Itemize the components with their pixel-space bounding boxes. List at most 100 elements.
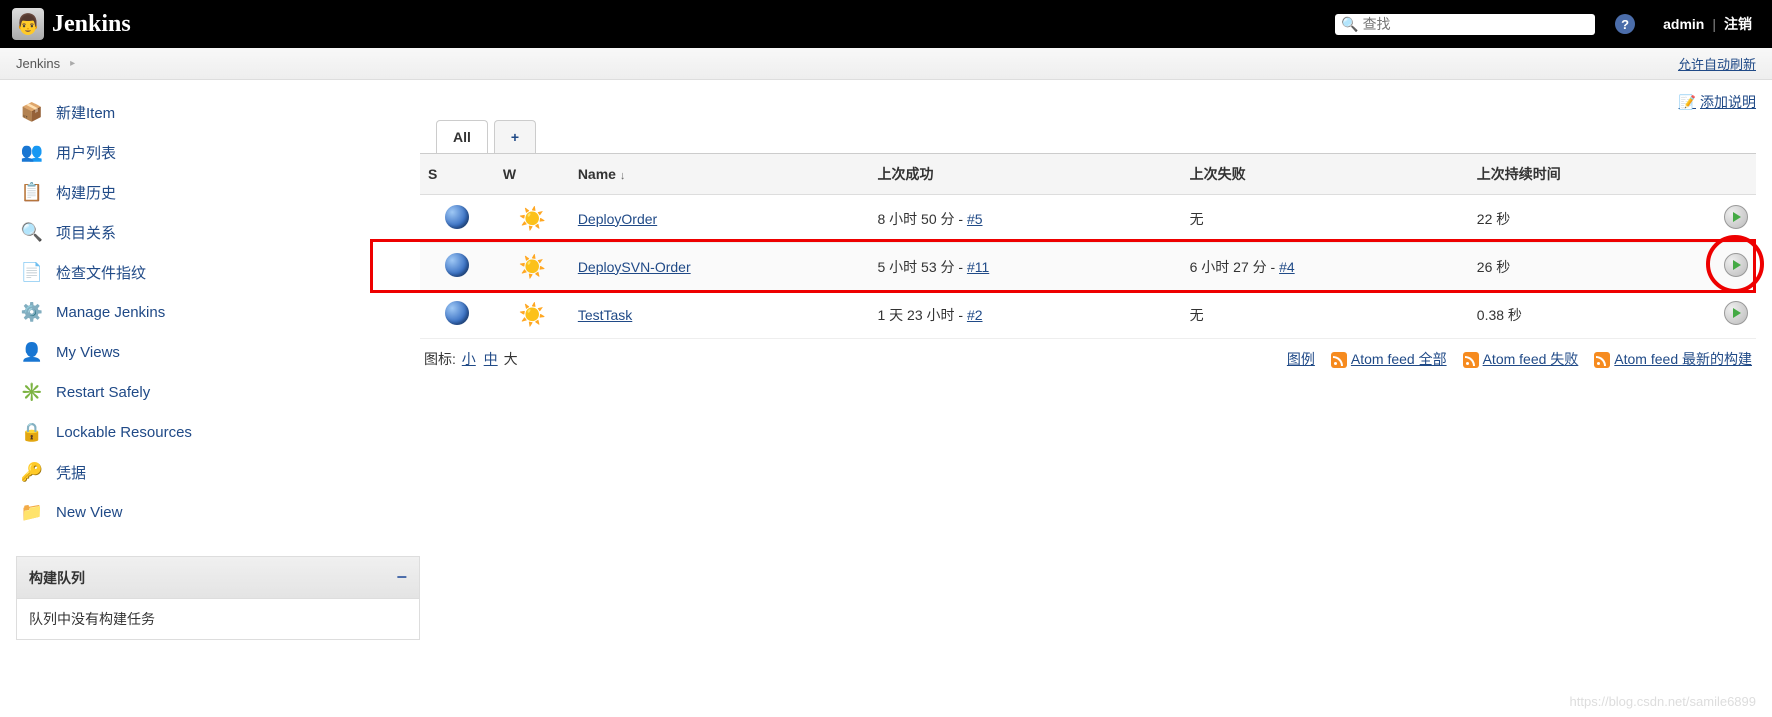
- schedule-build-button[interactable]: [1724, 253, 1748, 277]
- task-icon: ✳️: [20, 380, 44, 404]
- status-ball-icon[interactable]: [445, 301, 469, 325]
- add-description-link[interactable]: 📝 添加说明: [1679, 92, 1756, 112]
- breadcrumb-root[interactable]: Jenkins: [16, 56, 60, 71]
- breadcrumb: Jenkins ▸ 允许自动刷新: [0, 48, 1772, 80]
- edit-icon: 📝: [1679, 94, 1696, 111]
- tab-add[interactable]: +: [494, 120, 536, 153]
- sidebar: 📦 新建Item 👥 用户列表 📋 构建历史 🔍 项目关系 📄检查文件指纹 ⚙️ Manage Je…: [0, 80, 420, 652]
- tab-all[interactable]: All: [436, 120, 488, 153]
- sidebar-item-8[interactable]: 🔒 Lockable Resources: [16, 412, 420, 452]
- view-tabs: All +: [420, 120, 1756, 153]
- task-label: New View: [56, 504, 122, 521]
- weather-sunny-icon[interactable]: ☀️: [520, 255, 544, 279]
- panel-body: 队列中没有构建任务: [17, 599, 419, 639]
- task-icon: 👥: [20, 140, 44, 164]
- rss-icon: [1594, 352, 1610, 368]
- status-ball-icon[interactable]: [445, 205, 469, 229]
- status-ball-icon[interactable]: [445, 253, 469, 277]
- search-input[interactable]: [1363, 16, 1590, 32]
- build-link[interactable]: #2: [967, 307, 983, 323]
- rss-icon: [1331, 352, 1347, 368]
- col-weather[interactable]: W: [495, 154, 570, 195]
- auto-refresh-link[interactable]: 允许自动刷新: [1678, 54, 1756, 73]
- top-header: 👨 Jenkins 🔍 ? admin | 注销: [0, 0, 1772, 48]
- col-status[interactable]: S: [420, 154, 495, 195]
- sidebar-item-6[interactable]: 👤 My Views: [16, 332, 420, 372]
- job-link[interactable]: DeploySVN-Order: [578, 259, 691, 275]
- table-footer: 图标: 小 中 大 图例 Atom feed 全部 Atom feed 失败 A…: [420, 339, 1756, 379]
- collapse-icon[interactable]: −: [396, 567, 407, 588]
- build-link[interactable]: #5: [967, 211, 983, 227]
- col-last-failure[interactable]: 上次失败: [1182, 154, 1469, 195]
- logo-area[interactable]: 👨 Jenkins: [12, 8, 131, 40]
- task-label: 新建Item: [56, 102, 115, 123]
- user-link[interactable]: admin: [1663, 16, 1704, 32]
- task-label: 构建历史: [56, 182, 116, 203]
- sidebar-item-9[interactable]: 🔑 凭据: [16, 452, 420, 492]
- task-label: 检查文件指纹: [56, 262, 146, 283]
- weather-sunny-icon[interactable]: ☀️: [520, 207, 544, 231]
- task-icon: 📋: [20, 180, 44, 204]
- header-divider: |: [1712, 16, 1716, 32]
- feed-failed[interactable]: Atom feed 失败: [1483, 351, 1579, 367]
- feed-links: 图例 Atom feed 全部 Atom feed 失败 Atom feed 最…: [1287, 349, 1752, 369]
- watermark: https://blog.csdn.net/samile6899: [1570, 694, 1756, 709]
- weather-sunny-icon[interactable]: ☀️: [520, 303, 544, 327]
- panel-title: 构建队列: [29, 568, 85, 588]
- task-icon: 🔑: [20, 460, 44, 484]
- sidebar-item-3[interactable]: 🔍 项目关系: [16, 212, 420, 252]
- rss-icon: [1463, 352, 1479, 368]
- sort-down-icon: ↓: [620, 170, 626, 182]
- task-icon: 📁: [20, 500, 44, 524]
- task-icon: 🔍: [20, 220, 44, 244]
- job-link[interactable]: DeployOrder: [578, 211, 657, 227]
- task-label: Manage Jenkins: [56, 304, 165, 321]
- task-label: My Views: [56, 344, 120, 361]
- search-box[interactable]: 🔍: [1335, 14, 1595, 35]
- logout-link[interactable]: 注销: [1724, 14, 1752, 34]
- task-label: Lockable Resources: [56, 424, 192, 441]
- task-label: 凭据: [56, 462, 86, 483]
- task-icon: 👤: [20, 340, 44, 364]
- icon-size-label: 图标:: [424, 351, 456, 367]
- col-last-success[interactable]: 上次成功: [869, 154, 1181, 195]
- sidebar-item-1[interactable]: 👥 用户列表: [16, 132, 420, 172]
- build-link[interactable]: #11: [967, 259, 989, 275]
- sidebar-item-2[interactable]: 📋 构建历史: [16, 172, 420, 212]
- task-icon: 📦: [20, 100, 44, 124]
- icon-size-medium[interactable]: 中: [484, 351, 498, 367]
- build-queue-panel: 构建队列 − 队列中没有构建任务: [16, 556, 420, 640]
- icon-size-small[interactable]: 小: [462, 351, 476, 367]
- table-row: ☀️ TestTask 1 天 23 小时 - #2 无 0.38 秒: [420, 291, 1756, 339]
- sidebar-item-0[interactable]: 📦 新建Item: [16, 92, 420, 132]
- task-label: 用户列表: [56, 142, 116, 163]
- add-description-label: 添加说明: [1700, 92, 1756, 112]
- task-label: 项目关系: [56, 222, 116, 243]
- job-link[interactable]: TestTask: [578, 307, 632, 323]
- col-name[interactable]: Name ↓: [570, 154, 870, 195]
- search-icon: 🔍: [1341, 16, 1358, 33]
- sidebar-item-5[interactable]: ⚙️ Manage Jenkins: [16, 292, 420, 332]
- chevron-right-icon: ▸: [70, 58, 75, 69]
- panel-header: 构建队列 −: [17, 557, 419, 599]
- sidebar-item-10[interactable]: 📁 New View: [16, 492, 420, 532]
- task-label: Restart Safely: [56, 384, 150, 401]
- sidebar-item-4[interactable]: 📄检查文件指纹: [16, 252, 420, 292]
- jenkins-logo-icon: 👨: [12, 8, 44, 40]
- legend-link[interactable]: 图例: [1287, 349, 1315, 369]
- job-table: S W Name ↓ 上次成功 上次失败 上次持续时间 ☀️ DeployOrd…: [420, 153, 1756, 339]
- table-row: ☀️ DeployOrder 8 小时 50 分 - #5 无 22 秒: [420, 195, 1756, 243]
- schedule-build-button[interactable]: [1724, 205, 1748, 229]
- build-link[interactable]: #4: [1279, 259, 1295, 275]
- schedule-build-button[interactable]: [1724, 301, 1748, 325]
- feed-latest[interactable]: Atom feed 最新的构建: [1614, 351, 1752, 367]
- icon-size-large: 大: [504, 351, 518, 367]
- sidebar-item-7[interactable]: ✳️ Restart Safely: [16, 372, 420, 412]
- icon-size-selector: 图标: 小 中 大: [424, 349, 518, 369]
- help-icon[interactable]: ?: [1615, 14, 1635, 34]
- task-icon: ⚙️: [20, 300, 44, 324]
- main-content: 📝 添加说明 All + S W Name ↓ 上次成功 上次失败 上次持续时间: [420, 80, 1772, 652]
- task-icon: 🔒: [20, 420, 44, 444]
- col-duration[interactable]: 上次持续时间: [1469, 154, 1694, 195]
- feed-all[interactable]: Atom feed 全部: [1351, 351, 1447, 367]
